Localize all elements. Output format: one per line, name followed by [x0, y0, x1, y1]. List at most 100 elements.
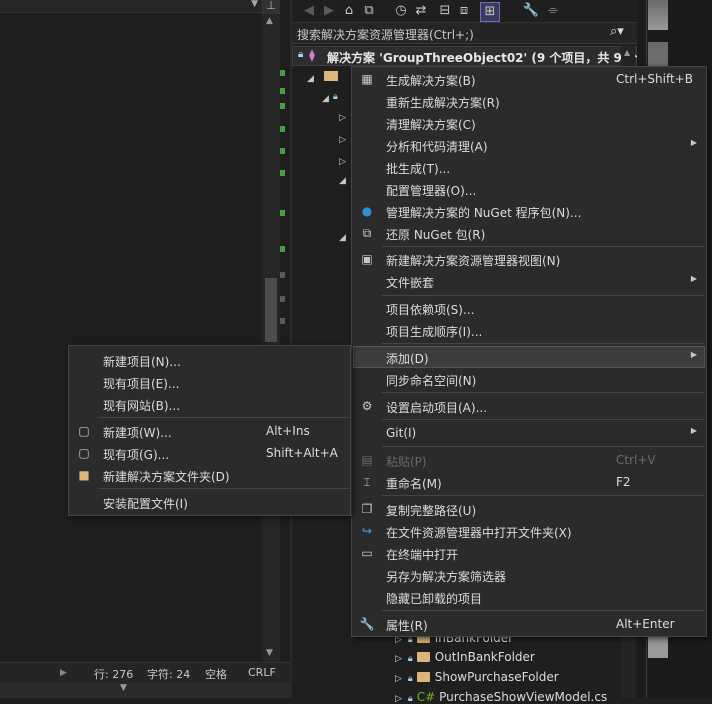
menu-item-restore-nuget[interactable]: ⧉ 还原 NuGet 包(R) [353, 222, 705, 244]
menu-item-open-in-explorer[interactable]: ↪ 在文件资源管理器中打开文件夹(X) [353, 520, 705, 542]
menu-item-copy-full-path[interactable]: ❐ 复制完整路径(U) [353, 498, 705, 520]
scroll-up-icon[interactable]: ▲ [266, 16, 273, 26]
lock-icon: 🔒︎ [298, 49, 304, 60]
forward-icon[interactable]: ▶ [320, 2, 338, 20]
menu-item-git[interactable]: Git(I) ▶ [353, 422, 705, 444]
menu-item-label: 另存为解决方案筛选器 [386, 570, 507, 584]
chevron-down-icon[interactable]: ▼ [251, 0, 258, 9]
preview-selected-items-icon[interactable]: ⊞ [480, 2, 500, 22]
lock-icon: 🔒︎ [333, 92, 338, 102]
menu-item-set-startup-projects[interactable]: ⚙ 设置启动项目(A)... [353, 395, 705, 417]
menu-separator [99, 417, 349, 418]
menu-item-new-project[interactable]: 新建项目(N)... [70, 349, 350, 371]
menu-item-label: 新建项目(N)... [103, 355, 181, 369]
tree-item[interactable]: ▷ 🔒︎ ShowPurchaseFolder [395, 670, 559, 684]
scroll-left-icon[interactable]: ▶ [60, 668, 67, 678]
expand-caret-icon[interactable]: ◢ [339, 233, 346, 243]
menu-item-hide-unloaded[interactable]: 隐藏已卸载的项目 [353, 586, 705, 608]
show-all-files-icon[interactable]: ⧈ [455, 2, 473, 20]
search-placeholder: 搜索解决方案资源管理器(Ctrl+;) [297, 28, 474, 42]
expand-caret-icon[interactable]: ◢ [322, 94, 329, 104]
collapse-caret-icon[interactable]: ▷ [395, 674, 402, 684]
tree-item[interactable]: ▷ 🔒︎ C# PurchaseShowViewModel.cs [395, 690, 607, 704]
menu-item-label: 新建解决方案文件夹(D) [103, 470, 230, 484]
menu-separator [382, 295, 704, 296]
menu-item-rebuild-solution[interactable]: 重新生成解决方案(R) [353, 90, 705, 112]
editor-vertical-scrollbar[interactable]: ▲ ▼ [262, 0, 280, 662]
menu-item-shortcut: Ctrl+V [616, 453, 656, 467]
menu-item-manage-nuget[interactable]: ● 管理解决方案的 NuGet 程序包(N)... [353, 200, 705, 222]
collapse-caret-icon[interactable]: ▷ [395, 694, 402, 704]
menu-item-save-as-filter[interactable]: 另存为解决方案筛选器 [353, 564, 705, 586]
solution-explorer-search[interactable]: 搜索解决方案资源管理器(Ctrl+;) ⌕▾ [292, 23, 637, 44]
menu-item-rename[interactable]: ⌶ 重命名(M) F2 [353, 471, 705, 493]
char-indicator[interactable]: 字符: 24 [147, 666, 190, 682]
change-marker [280, 296, 285, 302]
thumbnail-image [648, 0, 668, 30]
menu-item-existing-website[interactable]: 现有网站(B)... [70, 393, 350, 415]
menu-item-file-nesting[interactable]: 文件嵌套 ▶ [353, 270, 705, 292]
submenu-arrow-icon: ▶ [690, 426, 697, 435]
scroll-up-icon[interactable]: ▲ [624, 48, 630, 57]
menu-item-open-in-terminal[interactable]: ▭ 在终端中打开 [353, 542, 705, 564]
preview-icon[interactable]: ⌯ [544, 2, 562, 20]
change-marker [280, 126, 285, 132]
search-icon[interactable]: ⌕▾ [610, 24, 624, 39]
eol-indicator[interactable]: CRLF [248, 666, 276, 679]
menu-separator [382, 246, 704, 247]
back-icon[interactable]: ◀ [300, 2, 318, 20]
menu-item-new-item[interactable]: ▢ 新建项(W)... Alt+Ins [70, 420, 350, 442]
tree-item-label: OutInBankFolder [434, 650, 535, 664]
menu-item-new-solution-folder[interactable]: ■ 新建解决方案文件夹(D) [70, 464, 350, 486]
collapse-caret-icon[interactable]: ▷ [339, 135, 346, 145]
collapse-caret-icon[interactable]: ▷ [339, 157, 346, 167]
menu-item-label: 复制完整路径(U) [386, 504, 477, 518]
menu-item-label: 清理解决方案(C) [386, 118, 476, 132]
line-indicator[interactable]: 行: 276 [94, 666, 133, 682]
change-marker [280, 88, 285, 94]
new-folder-icon: ■ [78, 468, 90, 482]
home-icon[interactable]: ⌂ [340, 2, 358, 20]
solution-node[interactable]: 🔒︎ ⧫ 解决方案 'GroupThreeObject02' (9 个项目，共 … [292, 46, 638, 66]
menu-item-project-dependencies[interactable]: 项目依赖项(S)... [353, 297, 705, 319]
wrench-icon[interactable]: 🔧 [522, 2, 540, 20]
split-editor-icon[interactable]: ⊥ [262, 0, 280, 14]
tree-item[interactable]: ▷ 🔒︎ OutInBankFolder [395, 650, 535, 664]
collapse-caret-icon[interactable]: ▷ [395, 654, 402, 664]
whitespace-indicator[interactable]: 空格 [205, 666, 227, 682]
wrench-icon: 🔧 [359, 617, 375, 631]
menu-item-sync-namespaces[interactable]: 同步命名空间(N) [353, 368, 705, 390]
menu-item-batch-build[interactable]: 批生成(T)... [353, 156, 705, 178]
menu-item-paste[interactable]: ▤ 粘贴(P) Ctrl+V [353, 449, 705, 471]
menu-item-label: 项目生成顺序(I)... [386, 325, 483, 339]
lock-icon: 🔒︎ [407, 694, 413, 704]
menu-item-configuration-manager[interactable]: 配置管理器(O)... [353, 178, 705, 200]
collapse-all-icon[interactable]: ⊟ [436, 2, 454, 20]
menu-item-project-build-order[interactable]: 项目生成顺序(I)... [353, 319, 705, 341]
menu-item-install-config[interactable]: 安装配置文件(I) [70, 491, 350, 513]
menu-item-build-solution[interactable]: ▦ 生成解决方案(B) Ctrl+Shift+B [353, 68, 705, 90]
menu-item-add[interactable]: 添加(D) ▶ [353, 346, 705, 368]
menu-item-label: 在文件资源管理器中打开文件夹(X) [386, 526, 572, 540]
pending-changes-filter-icon[interactable]: ◷ [392, 2, 410, 20]
collapse-caret-icon[interactable]: ▷ [339, 113, 346, 123]
switch-views-icon[interactable]: ⧉ [360, 2, 378, 20]
menu-item-clean-solution[interactable]: 清理解决方案(C) [353, 112, 705, 134]
code-editor[interactable] [0, 0, 262, 662]
menu-item-properties[interactable]: 🔧 属性(R) Alt+Enter [353, 613, 705, 635]
menu-item-new-explorer-view[interactable]: ▣ 新建解决方案资源管理器视图(N) [353, 248, 705, 270]
sync-icon[interactable]: ⇄ [412, 2, 430, 20]
editor-navigation-bar[interactable]: ▼ [0, 0, 262, 13]
new-item-icon: ▢ [78, 424, 90, 438]
menu-item-existing-project[interactable]: 现有项目(E)... [70, 371, 350, 393]
expand-caret-icon[interactable]: ◢ [307, 74, 314, 84]
folder-icon [416, 672, 430, 682]
menu-item-analyze-cleanup[interactable]: 分析和代码清理(A) ▶ [353, 134, 705, 156]
scroll-down-icon[interactable]: ▼ [266, 648, 273, 658]
menu-item-existing-item[interactable]: ▢ 现有项(G)... Shift+Alt+A [70, 442, 350, 464]
expand-caret-icon[interactable]: ◢ [339, 176, 346, 186]
scrollbar-thumb[interactable] [265, 278, 277, 342]
chevron-down-icon[interactable]: ▼ [120, 683, 127, 693]
menu-item-label: Git(I) [386, 426, 417, 440]
submenu-arrow-icon: ▶ [690, 138, 697, 147]
